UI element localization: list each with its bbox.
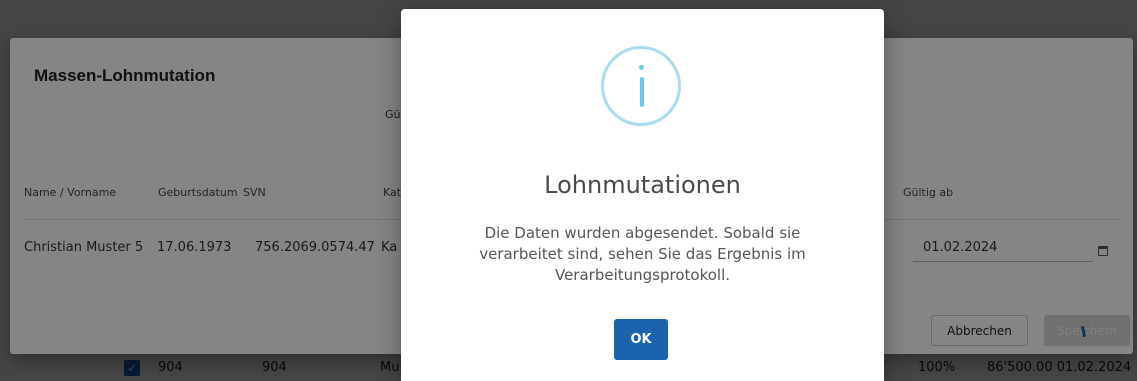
ok-button[interactable]: OK: [614, 319, 668, 360]
info-icon-stem: [639, 77, 644, 107]
info-icon: [601, 46, 681, 126]
modal-message: Die Daten wurden abgesendet. Sobald sie …: [479, 224, 806, 284]
info-icon-dot: [639, 65, 644, 70]
info-modal: Lohnmutationen Die Daten wurden abgesend…: [401, 9, 884, 381]
modal-title: Lohnmutationen: [544, 171, 741, 199]
